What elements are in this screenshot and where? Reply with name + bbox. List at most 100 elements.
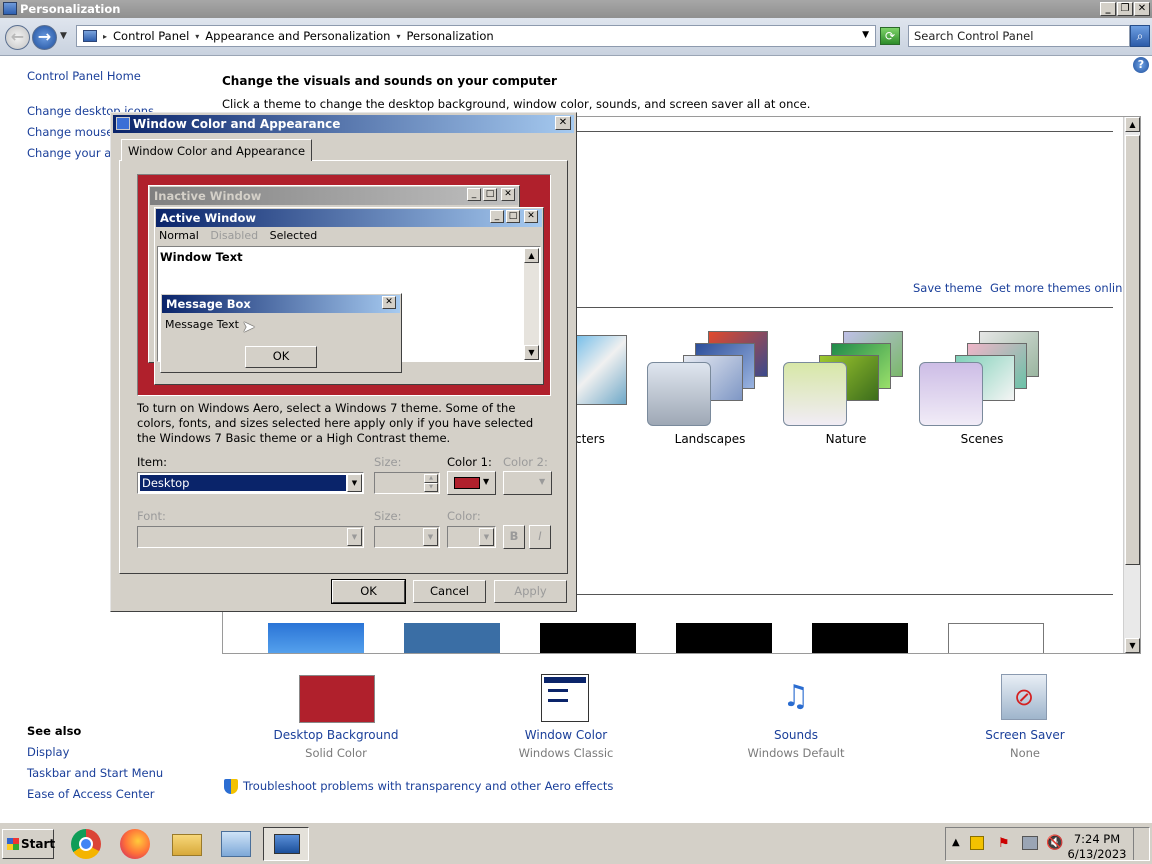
- inactive-close-icon: ✕: [501, 188, 515, 201]
- preview-scroll-down[interactable]: ▼: [524, 345, 539, 360]
- scroll-thumb[interactable]: [1125, 135, 1140, 565]
- theme-windows-classic[interactable]: [404, 623, 500, 653]
- clock-date[interactable]: 6/13/2023: [1067, 847, 1127, 861]
- size-label: Size:: [374, 455, 402, 469]
- chevron-down-icon[interactable]: ▼: [479, 528, 494, 546]
- theme-list-scrollbar[interactable]: ▲ ▼: [1123, 117, 1140, 653]
- menu-selected[interactable]: Selected: [270, 229, 318, 242]
- save-theme-link[interactable]: Save theme: [913, 281, 982, 295]
- sounds-icon[interactable]: ♫: [772, 674, 820, 722]
- shield-icon: [224, 779, 238, 794]
- tab-window-color[interactable]: Window Color and Appearance: [121, 139, 313, 161]
- chevron-down-icon[interactable]: ▼: [347, 474, 362, 492]
- show-desktop-button[interactable]: [1133, 828, 1147, 860]
- theme-high-contrast-1[interactable]: [540, 623, 636, 653]
- desktop-background-icon[interactable]: [299, 675, 375, 723]
- menu-normal[interactable]: Normal: [159, 229, 199, 242]
- theme-nature[interactable]: [783, 362, 847, 426]
- close-button[interactable]: ✕: [1134, 2, 1150, 16]
- item-select[interactable]: Desktop ▼: [137, 472, 364, 494]
- dialog-close-button[interactable]: ✕: [555, 116, 571, 130]
- dialog-apply-button[interactable]: Apply: [494, 580, 567, 603]
- theme-label-landscapes[interactable]: Landscapes: [655, 432, 765, 446]
- minimize-button[interactable]: _: [1100, 2, 1116, 16]
- theme-high-contrast-black[interactable]: [812, 623, 908, 653]
- file-explorer-icon[interactable]: [167, 827, 207, 861]
- dialog-ok-button[interactable]: OK: [331, 579, 406, 604]
- network-icon[interactable]: [1022, 836, 1038, 850]
- preview-scrollbar[interactable]: ▲ ▼: [524, 248, 539, 360]
- window-titlebar[interactable]: Personalization _ ❐ ✕: [0, 0, 1152, 18]
- firefox-icon[interactable]: [116, 827, 156, 861]
- theme-windows7-basic[interactable]: [268, 623, 364, 653]
- chrome-icon[interactable]: [67, 827, 107, 861]
- back-button[interactable]: ←: [5, 25, 30, 50]
- troubleshoot-aero-link[interactable]: Troubleshoot problems with transparency …: [243, 779, 613, 793]
- control-panel-home-link[interactable]: Control Panel Home: [27, 69, 141, 83]
- preview-scroll-up[interactable]: ▲: [524, 248, 539, 263]
- refresh-button[interactable]: ⟳: [880, 27, 900, 45]
- theme-high-contrast-2[interactable]: [676, 623, 772, 653]
- recent-pages-dropdown[interactable]: ▼: [60, 31, 67, 41]
- breadcrumb-personalization[interactable]: Personalization: [407, 29, 494, 43]
- chevron-down-icon[interactable]: ▾: [195, 32, 199, 41]
- ease-of-access-link[interactable]: Ease of Access Center: [27, 787, 155, 801]
- menu-disabled[interactable]: Disabled: [210, 229, 258, 242]
- action-center-icon[interactable]: [970, 836, 984, 850]
- preview-message-box[interactable]: Message Box ✕ Message Text OK: [160, 293, 402, 373]
- chevron-right-icon[interactable]: ▸: [103, 32, 107, 41]
- stepper-up-icon[interactable]: ▲: [424, 474, 438, 483]
- breadcrumb[interactable]: ▸ Control Panel ▾ Appearance and Persona…: [76, 25, 876, 47]
- theme-label-nature[interactable]: Nature: [791, 432, 901, 446]
- scroll-down-button[interactable]: ▼: [1125, 638, 1140, 653]
- breadcrumb-appearance[interactable]: Appearance and Personalization: [205, 29, 390, 43]
- control-panel-taskbar-icon[interactable]: [216, 827, 256, 861]
- dialog-cancel-button[interactable]: Cancel: [413, 580, 486, 603]
- italic-button[interactable]: I: [529, 525, 551, 549]
- breadcrumb-control-panel[interactable]: Control Panel: [113, 29, 189, 43]
- scroll-up-button[interactable]: ▲: [1125, 117, 1140, 132]
- flag-icon[interactable]: ⚑: [998, 836, 1012, 851]
- forward-button[interactable]: →: [32, 25, 57, 50]
- font-color-picker[interactable]: ▼: [447, 526, 496, 548]
- theme-label-scenes[interactable]: Scenes: [927, 432, 1037, 446]
- chevron-down-icon[interactable]: ▼: [347, 528, 362, 546]
- start-button[interactable]: Start: [2, 829, 55, 859]
- appearance-preview[interactable]: Inactive Window _ □ ✕ Active Window _ □ …: [137, 174, 551, 396]
- desktop-background-link[interactable]: Desktop Background: [256, 728, 416, 742]
- color1-picker[interactable]: ▼: [447, 471, 496, 495]
- theme-landscapes[interactable]: [647, 362, 711, 426]
- color2-picker[interactable]: ▼: [503, 471, 552, 495]
- message-box-ok-button[interactable]: OK: [245, 346, 317, 368]
- item-size-stepper[interactable]: ▲ ▼: [374, 472, 440, 494]
- get-more-themes-link[interactable]: Get more themes online: [990, 281, 1129, 295]
- theme-scenes[interactable]: [919, 362, 983, 426]
- chevron-down-icon[interactable]: ▼: [423, 528, 438, 546]
- window-color-dialog[interactable]: Window Color and Appearance ✕ Window Col…: [110, 112, 577, 612]
- bold-button[interactable]: B: [503, 525, 525, 549]
- stepper-down-icon[interactable]: ▼: [424, 483, 438, 492]
- personalization-taskbar-icon[interactable]: [263, 827, 309, 861]
- window-color-icon[interactable]: [541, 674, 589, 722]
- theme-high-contrast-white[interactable]: [948, 623, 1044, 653]
- search-icon[interactable]: ⌕: [1130, 25, 1150, 47]
- font-select[interactable]: ▼: [137, 526, 364, 548]
- clock-time[interactable]: 7:24 PM: [1067, 832, 1127, 846]
- sounds-link[interactable]: Sounds: [716, 728, 876, 742]
- window-color-link[interactable]: Window Color: [486, 728, 646, 742]
- show-hidden-icons-icon[interactable]: ▲: [952, 837, 960, 848]
- address-history-dropdown[interactable]: ▼: [862, 30, 869, 40]
- screen-saver-link[interactable]: Screen Saver: [945, 728, 1105, 742]
- display-link[interactable]: Display: [27, 745, 69, 759]
- font-size-select[interactable]: ▼: [374, 526, 440, 548]
- window-color-value: Windows Classic: [518, 746, 614, 760]
- screen-saver-icon[interactable]: ⊘: [1001, 674, 1047, 720]
- mouse-cursor-icon: ➤: [242, 317, 256, 336]
- taskbar-start-menu-link[interactable]: Taskbar and Start Menu: [27, 766, 163, 780]
- search-input[interactable]: Search Control Panel: [908, 25, 1130, 47]
- volume-muted-icon[interactable]: 🔇: [1046, 835, 1063, 851]
- chevron-down-icon[interactable]: ▾: [396, 32, 400, 41]
- help-icon[interactable]: ?: [1133, 57, 1149, 73]
- restore-button[interactable]: ❐: [1117, 2, 1133, 16]
- dialog-titlebar[interactable]: Window Color and Appearance ✕: [113, 115, 574, 133]
